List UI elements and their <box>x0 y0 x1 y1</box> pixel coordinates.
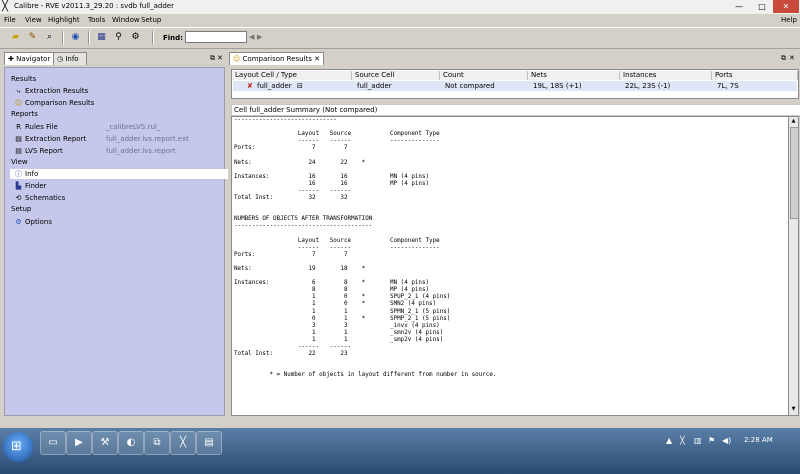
menu-setup[interactable]: Setup <box>141 16 161 24</box>
tray-flag-icon[interactable]: ⚑ <box>708 436 715 445</box>
nav-item-options[interactable]: ⚙ Options <box>14 217 224 227</box>
extraction-results-icon: ⤷ <box>16 87 21 95</box>
toolbar: ▰ ✎ ⌕ ◉ ▦ ⚲ ⚙ Find: <box>0 27 800 49</box>
nav-item-rules-file[interactable]: R Rules File _calibreLVS.rul_ <box>14 122 224 132</box>
lvs-report-icon: ▤ <box>15 147 22 155</box>
comparison-results-table: Layout Cell / Type Source Cell Count Net… <box>231 69 799 99</box>
calibre-task-icon[interactable]: ╳ <box>170 431 196 455</box>
menu-tools[interactable]: Tools <box>88 16 105 24</box>
find-next-icon[interactable]: ▶ <box>257 33 262 41</box>
find-input[interactable] <box>185 31 247 43</box>
highlight-icon[interactable]: ◉ <box>69 31 82 44</box>
section-setup: Setup <box>11 205 32 213</box>
smiley-tab-icon: ☺ <box>233 55 243 63</box>
column-header-layout-cell[interactable]: Layout Cell / Type <box>232 71 352 80</box>
schematics-icon: ⟲ <box>15 194 22 202</box>
rules-file-icon: R <box>16 123 21 131</box>
close-right-pane-icon[interactable]: ✕ <box>789 54 795 62</box>
tray-calibre-icon[interactable]: ╳ <box>680 436 685 445</box>
navigator-tab-icon: ✚ <box>8 55 17 63</box>
tab-navigator[interactable]: ✚ Navigator <box>4 52 58 65</box>
float-right-pane-icon[interactable]: ⧉ <box>781 54 786 63</box>
explorer-task-icon[interactable]: ▭ <box>40 431 66 455</box>
section-results: Results <box>11 75 37 83</box>
tab-comparison-results[interactable]: ☺ Comparison Results ✕ <box>229 52 325 65</box>
column-header-nets[interactable]: Nets <box>528 71 620 80</box>
maximize-button[interactable]: □ <box>751 0 773 13</box>
scroll-up-icon[interactable]: ▲ <box>790 118 797 124</box>
minimize-button[interactable]: — <box>728 0 750 13</box>
tools-task-icon[interactable]: ⚒ <box>92 431 118 455</box>
float-pane-icon[interactable]: ⧉ <box>210 54 215 63</box>
options-icon: ⚙ <box>15 218 22 226</box>
nav-item-extraction-results[interactable]: ⤷ Extraction Results <box>14 86 224 96</box>
nav-item-info[interactable]: ⓘ Info <box>10 169 228 179</box>
network-task-icon[interactable]: ⧉ <box>144 431 170 455</box>
close-button[interactable]: ✕ <box>773 0 799 13</box>
finder-icon: ▙ <box>15 182 22 190</box>
navigator-tree: Results ⤷ Extraction Results ☺ Comparison … <box>4 67 228 416</box>
smiley-icon: ☺ <box>14 99 23 107</box>
column-header-ports[interactable]: Ports <box>712 71 798 80</box>
windows-logo-icon: ⊞ <box>11 439 22 454</box>
probe-icon[interactable]: ⚙ <box>129 31 142 44</box>
filter-icon[interactable]: ⚲ <box>112 31 125 44</box>
tray-clock[interactable]: 2:28 AM <box>744 436 773 444</box>
media-player-task-icon[interactable]: ▶ <box>66 431 92 455</box>
firefox-task-icon[interactable]: ◐ <box>118 431 144 455</box>
report-header: Cell full_adder Summary (Not compared) <box>231 104 800 116</box>
tray-network-icon[interactable]: ▥ <box>694 436 702 445</box>
open-folder-icon[interactable]: ▰ <box>9 31 22 44</box>
menu-bar: File View Highlight Tools Window Setup H… <box>0 14 800 27</box>
close-pane-icon[interactable]: ✕ <box>217 54 223 62</box>
info-icon: ⓘ <box>15 170 22 178</box>
left-tab-bar: ✚ Navigator ◷ Info <box>2 51 224 65</box>
column-header-source-cell[interactable]: Source Cell <box>352 71 440 80</box>
tab-info[interactable]: ◷ Info <box>53 52 87 65</box>
zoom-icon[interactable]: ⌕ <box>43 31 56 44</box>
report-scrollbar[interactable]: ▲ ▼ <box>788 116 799 416</box>
brush-icon[interactable]: ✎ <box>26 31 39 44</box>
report-text: ----------------------------- Layout Sou… <box>234 117 497 379</box>
mismatch-x-icon: ✘ <box>247 82 253 90</box>
menu-file[interactable]: File <box>4 16 16 24</box>
layout-icon[interactable]: ▦ <box>95 31 108 44</box>
scroll-down-icon[interactable]: ▼ <box>790 406 797 412</box>
column-header-instances[interactable]: Instances <box>620 71 712 80</box>
tray-volume-icon[interactable]: ◀) <box>722 436 731 445</box>
find-previous-icon[interactable]: ◀ <box>249 33 254 41</box>
section-reports: Reports <box>11 110 38 118</box>
report-file-icon: ▤ <box>15 135 22 143</box>
nav-item-extraction-report[interactable]: ▤ Extraction Report full_adder.lvs.report.… <box>14 134 224 144</box>
tray-arrow-icon[interactable]: ▲ <box>666 436 672 445</box>
nav-item-comparison-results[interactable]: ☺ Comparison Results <box>14 98 224 108</box>
menu-view[interactable]: View <box>25 16 42 24</box>
window-title: Calibre - RVE v2011.3_29.20 : svdb full_… <box>14 2 174 10</box>
scroll-thumb[interactable] <box>790 127 799 219</box>
report-view[interactable]: ----------------------------- Layout Sou… <box>231 116 790 416</box>
nav-item-finder[interactable]: ▙ Finder <box>14 181 224 191</box>
nav-item-schematics[interactable]: ⟲ Schematics <box>14 193 224 203</box>
menu-highlight[interactable]: Highlight <box>48 16 80 24</box>
menu-window[interactable]: Window <box>112 16 140 24</box>
find-label: Find: <box>163 34 183 42</box>
notes-task-icon[interactable]: ▤ <box>196 431 222 455</box>
column-header-count[interactable]: Count <box>440 71 528 80</box>
cell-view-icon[interactable]: ⊟ <box>297 81 303 91</box>
calibre-app-icon: ╳ <box>2 1 9 12</box>
close-tab-icon[interactable]: ✕ <box>312 55 320 63</box>
table-row[interactable]: ✘ full_adder ⊟ full_adder Not compared 1… <box>233 81 797 91</box>
nav-item-lvs-report[interactable]: ▤ LVS Report full_adder.lvs.report <box>14 146 224 156</box>
section-view: View <box>11 158 28 166</box>
menu-help[interactable]: Help <box>781 16 797 24</box>
